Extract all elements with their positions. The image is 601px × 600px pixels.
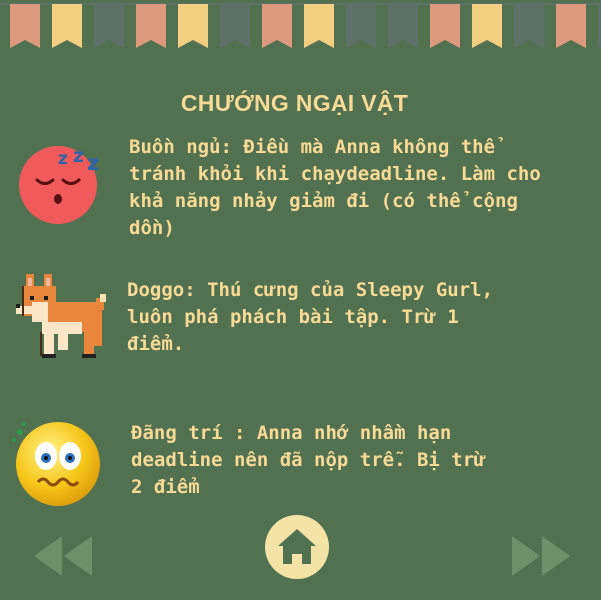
fast-forward-icon[interactable] [510,532,574,580]
bunting-flag [10,4,40,48]
obstacle-description-sleepy: Buồn ngủ: Điều mà Anna không thể tránh k… [129,136,541,239]
dizzy-face-icon [12,422,100,506]
bunting-flag [514,4,544,48]
svg-text:z: z [73,145,84,167]
rewind-icon[interactable] [30,532,94,580]
bunting-flag [304,4,334,48]
obstacle-description-doggo: Doggo: Thú cưng của Sleepy Gurl, luôn ph… [127,279,494,355]
bunting-flag [262,4,292,48]
bunting-flag [220,4,250,48]
page-title: CHƯỚNG NGẠI VẬT [180,90,409,116]
bunting-flag [472,4,502,48]
bunting-flag [556,4,586,48]
bunting-decoration [0,3,601,48]
obstacle-description-forgetful: Đãng trí : Anna nhớ nhầm hạn deadline nê… [131,422,486,498]
bunting-flag [136,4,166,48]
bunting-flag [94,4,124,48]
svg-text:z: z [58,149,68,169]
corgi-dog-icon [16,274,106,358]
bunting-flag [178,4,208,48]
bunting-flag [388,4,418,48]
sleepy-face-icon: z z z [19,145,99,224]
svg-text:z: z [87,151,99,175]
bunting-flag [346,4,376,48]
bunting-flag [430,4,460,48]
bunting-flag [52,4,82,48]
home-icon[interactable] [264,514,330,580]
